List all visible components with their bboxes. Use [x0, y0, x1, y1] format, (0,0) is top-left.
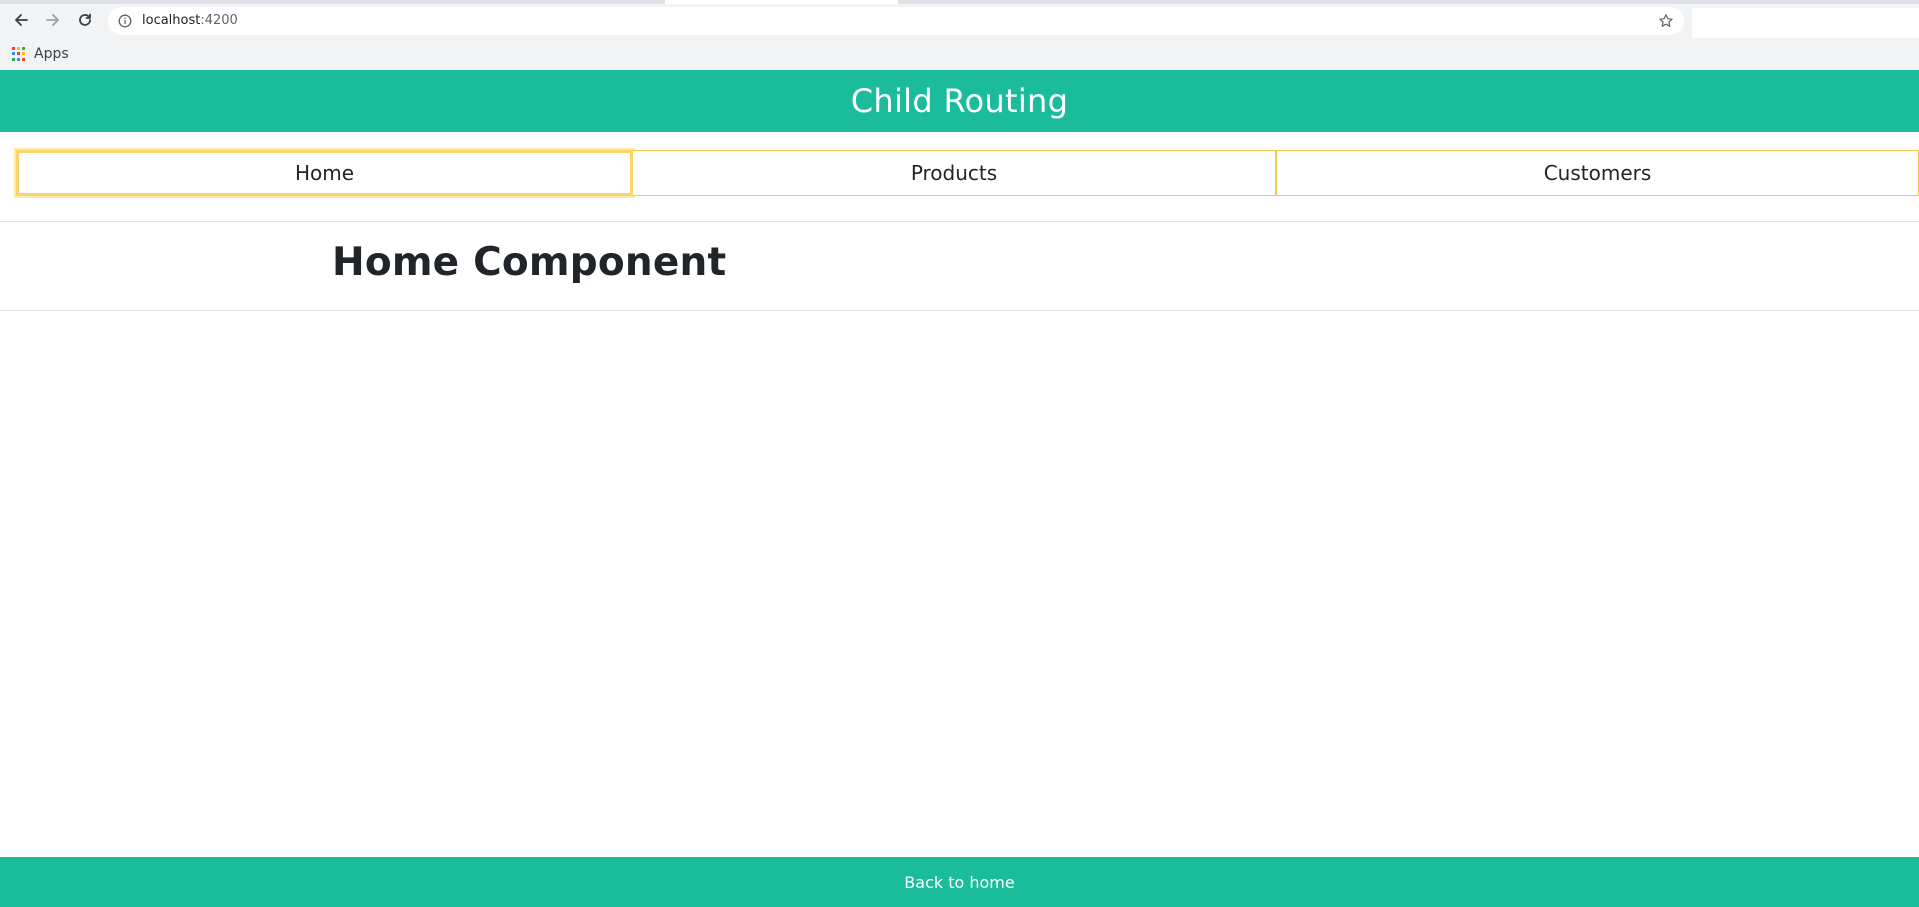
back-arrow-icon — [15, 14, 28, 26]
reload-button[interactable] — [72, 7, 98, 33]
bookmarks-bar: Apps — [0, 38, 1919, 70]
component-heading: Home Component — [332, 240, 727, 285]
nav-tab-home[interactable]: Home — [16, 150, 633, 196]
page-viewport: Child Routing Home Products Customers Ho… — [0, 70, 1919, 907]
reload-icon — [79, 13, 91, 26]
url-port: :4200 — [200, 13, 238, 28]
route-nav: Home Products Customers — [16, 150, 1919, 196]
url-host: localhost — [142, 13, 201, 28]
nav-tab-products-label: Products — [910, 161, 998, 185]
address-url[interactable]: localhost:4200 — [142, 7, 238, 35]
nav-tab-customers-label: Customers — [1543, 161, 1652, 185]
toolbar-extension-area — [1692, 8, 1919, 38]
apps-grid-icon — [12, 47, 26, 61]
star-icon[interactable] — [1658, 13, 1674, 29]
nav-tab-products[interactable]: Products — [633, 150, 1276, 196]
address-bar[interactable]: localhost:4200 — [108, 7, 1684, 35]
browser-toolbar: localhost:4200 — [0, 4, 1919, 38]
nav-tab-home-label: Home — [294, 161, 355, 185]
app-title: Child Routing — [850, 82, 1069, 120]
app-header: Child Routing — [0, 70, 1919, 132]
app-footer: Back to home — [0, 857, 1919, 907]
bookmark-apps[interactable]: Apps — [12, 42, 69, 66]
info-icon[interactable] — [118, 14, 132, 28]
bookmark-apps-label: Apps — [34, 46, 69, 62]
back-to-home-link[interactable]: Back to home — [904, 873, 1014, 892]
forward-arrow-icon — [46, 14, 59, 26]
nav-tab-customers[interactable]: Customers — [1276, 150, 1919, 196]
back-button[interactable] — [8, 7, 34, 33]
router-outlet-content: Home Component — [0, 221, 1919, 311]
forward-button[interactable] — [40, 7, 66, 33]
